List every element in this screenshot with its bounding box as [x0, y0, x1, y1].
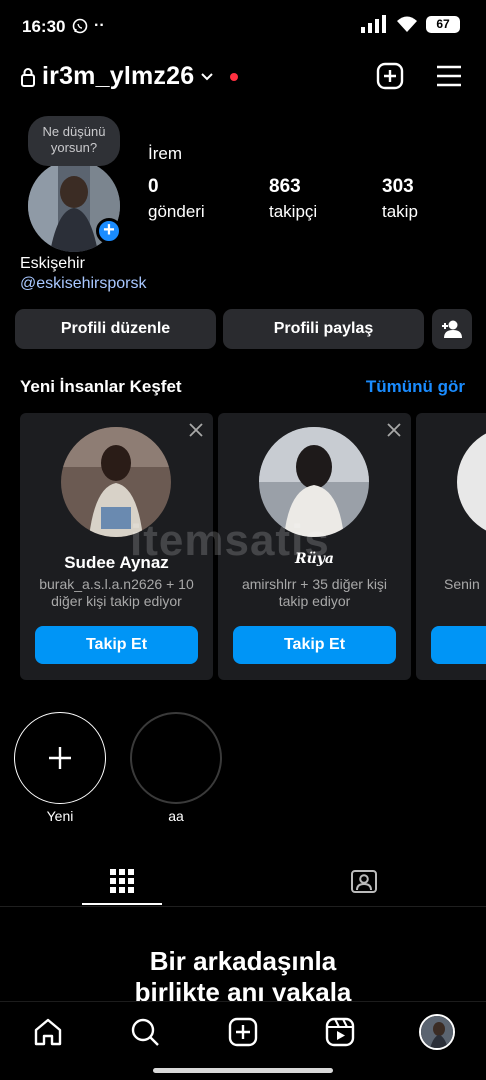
tab-posts-grid[interactable]: [82, 855, 162, 907]
nav-home[interactable]: [30, 1014, 66, 1050]
home-indicator: [153, 1068, 333, 1073]
nav-profile[interactable]: [419, 1014, 455, 1050]
stat-value: 303: [382, 176, 414, 197]
add-person-icon: [442, 320, 462, 338]
share-profile-button[interactable]: Profili paylaş: [223, 309, 424, 349]
follow-button[interactable]: T: [431, 626, 486, 664]
wifi-icon: [397, 16, 417, 32]
stat-label: takipçi: [269, 202, 318, 221]
suggestion-card[interactable]: Senin T: [416, 413, 486, 680]
nav-reels[interactable]: [322, 1014, 358, 1050]
highlight-label: Yeni: [46, 808, 74, 824]
add-story-button[interactable]: +: [96, 218, 122, 244]
home-icon: [34, 1018, 62, 1046]
highlight-item[interactable]: aa: [130, 712, 222, 824]
plus-square-icon[interactable]: [376, 62, 404, 90]
discover-title: Yeni İnsanlar Keşfet: [20, 377, 182, 396]
status-time: 16:30: [22, 17, 66, 36]
hamburger-icon[interactable]: [436, 64, 462, 88]
suggestion-mutuals: amirshlrr + 35 diğer kişi takip ediyor: [241, 576, 388, 609]
stat-value: 0: [148, 176, 159, 197]
account-switcher[interactable]: ir3m_ylmz26: [20, 62, 239, 91]
suggestion-avatar[interactable]: [457, 427, 486, 537]
suggestion-mutuals: Senin: [444, 576, 480, 592]
profile-avatar-wrap[interactable]: +: [28, 160, 122, 252]
chevron-down-icon: [201, 72, 214, 80]
tab-tagged[interactable]: [324, 855, 404, 907]
close-icon[interactable]: [189, 423, 203, 437]
stat-following[interactable]: 303 takip: [382, 176, 418, 222]
highlight-label: aa: [168, 808, 184, 824]
status-bar: 16:30 ·· 67: [0, 0, 486, 56]
stat-followers[interactable]: 863 takipçi: [269, 176, 317, 222]
stat-posts: 0 gönderi: [148, 176, 205, 222]
nav-create[interactable]: [225, 1014, 261, 1050]
status-dots: ··: [94, 17, 105, 34]
tagged-person-icon: [351, 870, 377, 893]
highlight-circle[interactable]: [130, 712, 222, 804]
profile-avatar-small: [419, 1014, 455, 1050]
active-tab-indicator: [82, 903, 162, 905]
close-icon[interactable]: [387, 423, 401, 437]
signal-icon: [361, 15, 386, 33]
watermark: itemsatis: [130, 516, 330, 565]
bio-link[interactable]: @eskisehirsporsk: [20, 275, 147, 293]
suggestion-mutuals: burak_a.s.l.a.n2626 + 10 diğer kişi taki…: [39, 576, 194, 609]
stat-label: takip: [382, 202, 418, 221]
profile-header: ir3m_ylmz26: [0, 58, 486, 98]
stat-value: 863: [269, 176, 301, 197]
bio-city: Eskişehir: [20, 255, 85, 272]
battery-indicator: 67: [426, 15, 460, 33]
whatsapp-icon: [72, 18, 88, 34]
follow-button[interactable]: Takip Et: [233, 626, 396, 664]
username: ir3m_ylmz26: [42, 62, 195, 90]
lock-icon: [21, 67, 35, 87]
new-highlight-circle[interactable]: [14, 712, 106, 804]
create-icon: [228, 1017, 258, 1047]
profile-tabs: [0, 855, 486, 907]
profile-name: İrem: [148, 144, 182, 163]
stat-label: gönderi: [148, 202, 205, 221]
grid-icon: [110, 869, 134, 893]
discover-people-button[interactable]: [432, 309, 472, 349]
follow-button[interactable]: Takip Et: [35, 626, 198, 664]
see-all-link[interactable]: Tümünü gör: [366, 377, 465, 397]
reels-icon: [325, 1017, 355, 1047]
note-bubble[interactable]: Ne düşünü yorsun?: [28, 116, 120, 166]
plus-icon: [49, 747, 71, 769]
new-highlight[interactable]: Yeni: [14, 712, 106, 824]
notification-dot: [230, 72, 239, 81]
empty-state-title: Bir arkadaşınla birlikte anı yakala: [134, 946, 352, 1007]
search-icon: [131, 1018, 159, 1046]
edit-profile-button[interactable]: Profili düzenle: [15, 309, 216, 349]
nav-search[interactable]: [127, 1014, 163, 1050]
